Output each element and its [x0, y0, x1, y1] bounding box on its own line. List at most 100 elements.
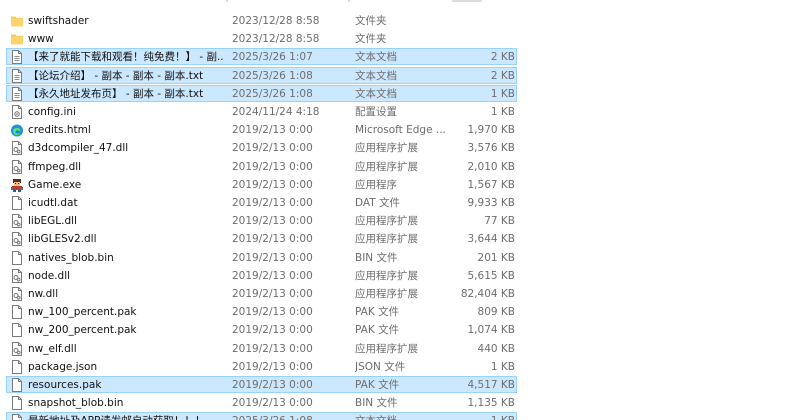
file-row[interactable]: nw_100_percent.pak 2019/2/13 0:00 PAK 文件 80… — [0, 303, 800, 321]
file-type: 文本文档 — [355, 87, 397, 100]
file-type: 应用程序扩展 — [355, 288, 418, 300]
file-name: www — [28, 33, 54, 46]
file-date-modified: 2019/2/13 0:00 — [232, 342, 313, 355]
file-row[interactable]: www 2023/12/28 8:58 文件夹 — [0, 30, 800, 48]
file-row[interactable]: icudtl.dat 2019/2/13 0:00 DAT 文件 9,933 KB — [0, 194, 800, 212]
dll-file-icon — [10, 231, 24, 247]
file-type: 应用程序扩展 — [355, 160, 418, 173]
file-size: 1 KB — [490, 87, 515, 100]
file-row[interactable]: swiftshader 2023/12/28 8:58 文件夹 — [0, 12, 800, 30]
file-row[interactable]: nw.dll 2019/2/13 0:00 应用程序扩展 82,404 KB — [0, 285, 800, 303]
file-name: nw_elf.dll — [28, 342, 77, 355]
file-size: 1,074 KB — [467, 324, 516, 337]
file-type: 应用程序扩展 — [355, 215, 418, 228]
file-row[interactable]: libEGL.dll 2019/2/13 0:00 应用程序扩展 77 KB — [0, 212, 800, 230]
file-type: 配置设置 — [355, 106, 397, 118]
file-size: 77 KB — [484, 215, 515, 228]
file-row[interactable]: natives_blob.bin 2019/2/13 0:00 BIN 文件 201 … — [0, 249, 800, 267]
file-name: nw_100_percent.pak — [28, 306, 137, 319]
blank-file-icon — [10, 304, 24, 320]
file-date-modified: 2019/2/13 0:00 — [232, 269, 313, 282]
column-header-edge — [0, 0, 800, 2]
file-date-modified: 2019/2/13 0:00 — [232, 306, 313, 319]
file-name: 【来了就能下载和观看！纯免费！】 - 副... — [28, 51, 224, 64]
file-row[interactable]: nw_200_percent.pak 2019/2/13 0:00 PAK 文件 1,… — [0, 321, 800, 339]
file-list[interactable]: swiftshader 2023/12/28 8:58 文件夹 www 2023/12/… — [0, 0, 800, 420]
file-name: ffmpeg.dll — [28, 160, 82, 173]
file-name: icudtl.dat — [28, 197, 78, 209]
file-type: 文本文档 — [355, 412, 451, 420]
file-name: nw.dll — [28, 288, 59, 300]
file-date-modified: 2023/12/28 8:58 — [232, 15, 320, 27]
file-name: credits.html — [28, 124, 91, 137]
file-row[interactable]: config.ini 2024/11/24 4:18 配置设置 1 KB — [0, 103, 800, 121]
file-size: 201 KB — [477, 251, 515, 264]
file-name: 【永久地址发布页】 - 副本 - 副本.txt — [28, 87, 204, 100]
file-row[interactable]: 最新地址及APP请发邮自动获取！！！... 2025/3/26 1:08 文本文档1… — [0, 412, 800, 420]
dll-file-icon — [10, 341, 24, 357]
dll-file-icon — [10, 268, 24, 284]
file-date-modified: 2019/2/13 0:00 — [232, 397, 313, 410]
file-type: 文件夹 — [355, 33, 387, 46]
file-row[interactable]: 【永久地址发布页】 - 副本 - 副本.txt 2025/3/26 1:08 文本文… — [0, 84, 800, 103]
file-size: 2 KB — [490, 51, 515, 64]
file-type: 应用程序扩展 — [355, 233, 418, 246]
file-type: BIN 文件 — [355, 397, 398, 410]
file-type: Microsoft Edge ... — [355, 124, 446, 137]
file-row[interactable]: libGLESv2.dll 2019/2/13 0:00 应用程序扩展 3,644 K… — [0, 230, 800, 248]
file-date-modified: 2019/2/13 0:00 — [232, 197, 313, 209]
file-date-modified: 2019/2/13 0:00 — [232, 379, 313, 391]
file-name: 【论坛介绍】 - 副本 - 副本 - 副本.txt — [28, 69, 204, 82]
file-date-modified: 2019/2/13 0:00 — [232, 124, 313, 137]
file-type: PAK 文件 — [355, 324, 400, 337]
file-row[interactable]: package.json 2019/2/13 0:00 JSON 文件 1 KB — [0, 358, 800, 376]
file-row[interactable]: 【论坛介绍】 - 副本 - 副本 - 副本.txt 2025/3/26 1:08 文… — [0, 66, 800, 85]
dll-file-icon — [10, 286, 24, 302]
blank-file-icon — [10, 195, 24, 211]
file-name: node.dll — [28, 269, 71, 282]
file-type: DAT 文件 — [355, 197, 401, 209]
file-row[interactable]: snapshot_blob.bin 2019/2/13 0:00 BIN 文件 1,1… — [0, 394, 800, 412]
file-type: 文本文档 — [355, 51, 397, 64]
file-name: d3dcompiler_47.dll — [28, 142, 129, 155]
file-name: nw_200_percent.pak — [28, 324, 137, 337]
file-row[interactable]: nw_elf.dll 2019/2/13 0:00 应用程序扩展 440 KB — [0, 340, 800, 358]
file-size: 82,404 KB — [460, 288, 515, 300]
file-type: 文本文档 — [355, 69, 397, 82]
text-file-icon — [10, 49, 24, 65]
file-size — [440, 12, 515, 30]
file-size: 1,135 KB — [467, 397, 516, 410]
file-size: 1 KB — [490, 360, 515, 373]
folder-icon — [10, 13, 24, 29]
file-date-modified: 2019/2/13 0:00 — [232, 360, 313, 373]
file-row[interactable]: d3dcompiler_47.dll 2019/2/13 0:00 应用程序扩展 3,… — [0, 139, 800, 157]
file-type: JSON 文件 — [355, 360, 406, 373]
blank-file-icon — [10, 322, 24, 338]
file-name: libEGL.dll — [28, 215, 77, 228]
file-size: 4,517 KB — [467, 379, 516, 391]
file-row[interactable]: credits.html 2019/2/13 0:00 Microsoft Edge… — [0, 121, 800, 139]
file-date-modified: 2019/2/13 0:00 — [232, 142, 313, 155]
blank-file-icon — [10, 250, 24, 266]
file-size: 9,933 KB — [467, 197, 516, 209]
file-size: 1,567 KB — [467, 178, 516, 191]
file-name: libGLESv2.dll — [28, 233, 97, 246]
file-size — [440, 30, 515, 48]
file-size: 1 KB — [490, 106, 515, 118]
text-file-icon — [10, 413, 24, 420]
game-exe-icon — [10, 177, 24, 193]
file-row[interactable]: resources.pak 2019/2/13 0:00 PAK 文件 4,517 K… — [0, 376, 800, 394]
file-type: PAK 文件 — [355, 379, 400, 391]
file-name: swiftshader — [28, 15, 89, 27]
file-row[interactable]: ffmpeg.dll 2019/2/13 0:00 应用程序扩展 2,010 KB — [0, 158, 800, 176]
file-date-modified: 2019/2/13 0:00 — [232, 288, 313, 300]
file-type: 文件夹 — [355, 15, 387, 27]
file-date-modified: 2024/11/24 4:18 — [232, 106, 320, 118]
file-name: package.json — [28, 360, 98, 373]
file-row[interactable]: Game.exe 2019/2/13 0:00 应用程序 1,567 KB — [0, 176, 800, 194]
file-size: 2 KB — [490, 69, 515, 82]
file-size: 1,970 KB — [467, 124, 516, 137]
file-row[interactable]: node.dll 2019/2/13 0:00 应用程序扩展 5,615 KB — [0, 267, 800, 285]
file-row[interactable]: 【来了就能下载和观看！纯免费！】 - 副... 2025/3/26 1:07 文本文… — [0, 48, 800, 66]
file-date-modified: 2019/2/13 0:00 — [232, 324, 313, 337]
